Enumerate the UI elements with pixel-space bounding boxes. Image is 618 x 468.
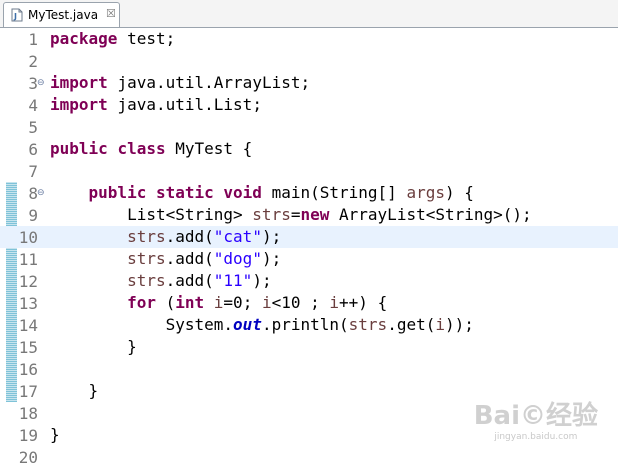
line-number: 7 [28, 162, 38, 181]
editor-tab-bar: J MyTest.java ☒ [0, 0, 618, 28]
line-number: 4 [28, 96, 38, 115]
code-line[interactable]: 5 [0, 116, 618, 138]
code-text: } [50, 425, 60, 444]
code-line[interactable]: 1 package test; [0, 28, 618, 50]
code-text: strs.add("dog"); [127, 249, 282, 268]
line-number: 13 [18, 294, 38, 313]
code-text: strs.add("cat"); [127, 227, 282, 246]
line-number: 20 [18, 448, 38, 467]
code-text: } [50, 381, 99, 400]
line-number: 2 [28, 52, 38, 71]
fold-toggle-icon[interactable]: ⊖ [37, 78, 45, 88]
code-text: import java.util.List; [50, 95, 262, 114]
line-number: 1 [28, 30, 38, 49]
watermark: Bai©经验 jingyan.baidu.com [474, 395, 598, 442]
tab-label: MyTest.java [28, 8, 99, 22]
line-number: 11 [18, 250, 38, 269]
line-number: 3 [28, 74, 38, 93]
code-line[interactable]: 8 ⊖ public static void main(String[] args… [0, 182, 618, 204]
code-text: import java.util.ArrayList; [50, 73, 311, 92]
close-icon[interactable]: ☒ [106, 7, 116, 20]
code-line[interactable]: 10 strs.add("cat"); [0, 226, 618, 248]
watermark-logo: Bai©经验 [473, 401, 598, 431]
code-text: package test; [50, 29, 176, 48]
code-line[interactable]: 4 import java.util.List; [0, 94, 618, 116]
code-editor[interactable]: 1 package test; 2 3 ⊖ import java.util.ArrayL… [0, 28, 618, 467]
line-number: 15 [18, 338, 38, 357]
code-text: List<String> strs=new ArrayList<String>(… [127, 205, 532, 224]
code-text: System.out.println(strs.get(i)); [165, 315, 474, 334]
code-line[interactable]: 20 [0, 446, 618, 468]
line-number: 18 [18, 404, 38, 423]
code-text: public class MyTest { [50, 139, 253, 158]
code-line[interactable]: 12 strs.add("11"); [0, 270, 618, 292]
code-line[interactable]: 9 List<String> strs=new ArrayList<String… [0, 204, 618, 226]
code-text: public static void main(String[] args) { [88, 183, 474, 202]
code-line[interactable]: 14 System.out.println(strs.get(i)); [0, 314, 618, 336]
line-number: 12 [18, 272, 38, 291]
code-line[interactable]: 15 } [0, 336, 618, 358]
line-number: 17 [18, 382, 38, 401]
code-line[interactable]: 13 for (int i=0; i<10 ; i++) { [0, 292, 618, 314]
line-number: 8 [28, 184, 38, 203]
code-line[interactable]: 6 public class MyTest { [0, 138, 618, 160]
code-text: } [50, 337, 137, 356]
line-number: 10 [18, 228, 38, 247]
line-number: 19 [18, 426, 38, 445]
line-number: 5 [28, 118, 38, 137]
code-text: strs.add("11"); [127, 271, 272, 290]
code-line[interactable]: 7 [0, 160, 618, 182]
code-line[interactable]: 3 ⊖ import java.util.ArrayList; [0, 72, 618, 94]
svg-text:J: J [13, 12, 17, 21]
watermark-url: jingyan.baidu.com [494, 432, 578, 442]
code-line[interactable]: 11 strs.add("dog"); [0, 248, 618, 270]
fold-toggle-icon[interactable]: ⊖ [37, 188, 45, 198]
line-number: 9 [28, 206, 38, 225]
code-line[interactable]: 2 [0, 50, 618, 72]
java-file-icon: J [11, 8, 23, 22]
line-number: 6 [28, 140, 38, 159]
code-text: for (int i=0; i<10 ; i++) { [127, 293, 388, 312]
tab-mytest-java[interactable]: J MyTest.java ☒ [3, 2, 120, 27]
line-number: 16 [18, 360, 38, 379]
line-number: 14 [18, 316, 38, 335]
code-line[interactable]: 16 [0, 358, 618, 380]
